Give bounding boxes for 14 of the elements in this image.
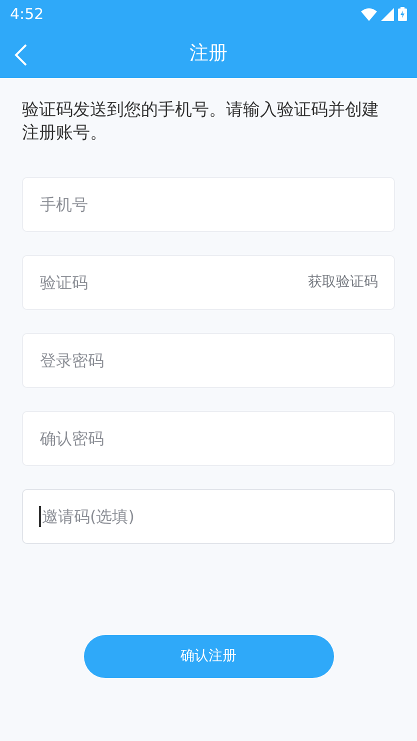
battery-icon (398, 7, 407, 21)
text-cursor (39, 506, 41, 527)
get-code-link[interactable]: 获取验证码 (308, 272, 378, 293)
status-time: 4:52 (10, 4, 44, 25)
page-title: 注册 (190, 40, 228, 66)
signal-icon (381, 8, 394, 20)
wifi-icon (361, 8, 377, 20)
back-icon (14, 42, 28, 67)
input-field[interactable]: 邀请码(选填) (22, 489, 395, 544)
instruction-text: 验证码发送到您的手机号。请输入验证码并创建注册账号。 (21, 99, 380, 145)
input-field[interactable]: 手机号 (22, 177, 395, 232)
input-field[interactable]: 确认密码 (22, 411, 395, 466)
input-field[interactable]: 登录密码 (22, 333, 395, 388)
submit-button[interactable]: 确认注册 (84, 635, 334, 678)
